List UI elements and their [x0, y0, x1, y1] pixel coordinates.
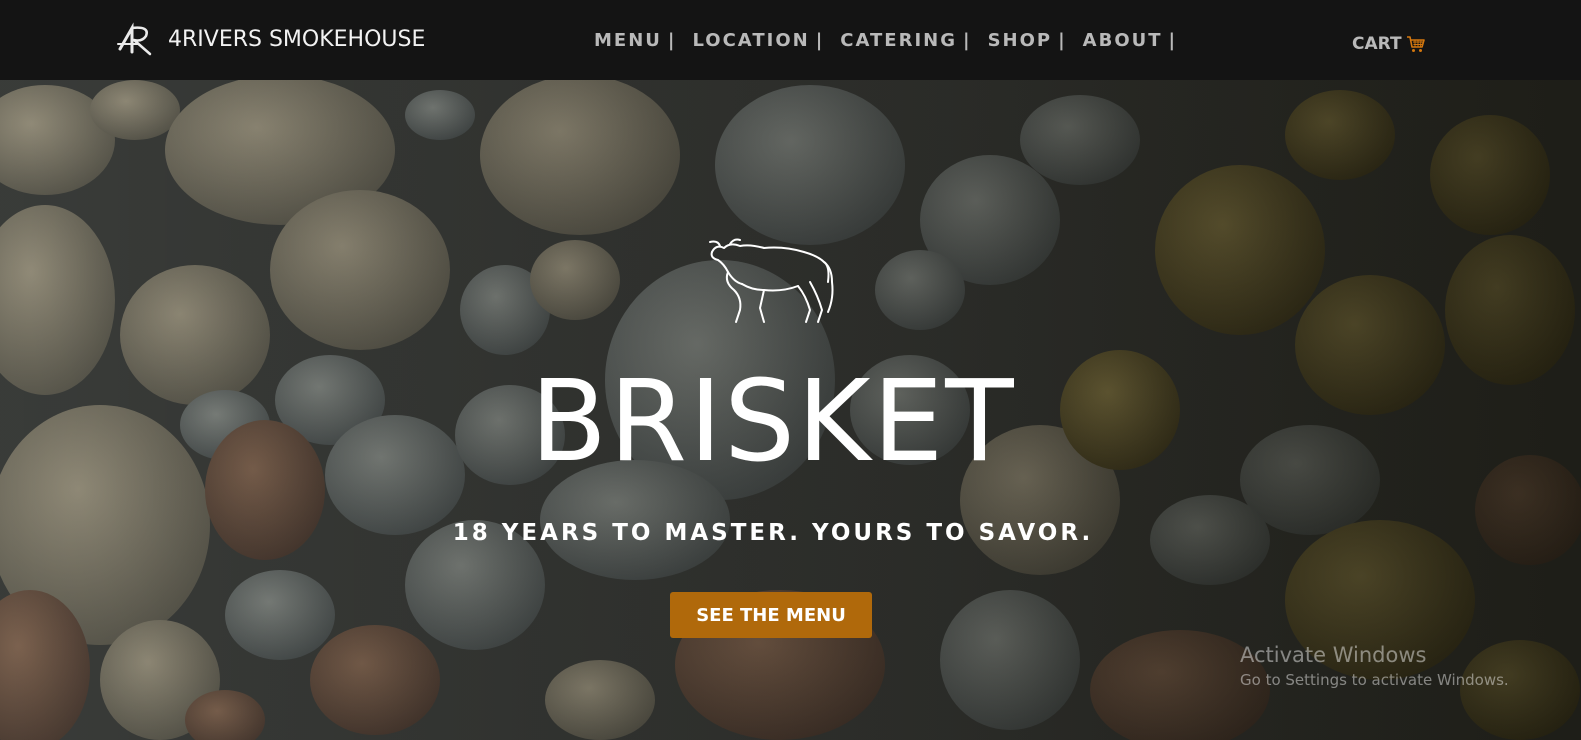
brand-name: 4RIVERS SMOKEHOUSE — [168, 26, 426, 52]
cart-link[interactable]: CART — [1352, 34, 1426, 54]
nav-separator: | — [1168, 30, 1176, 51]
cart-label: CART — [1352, 34, 1402, 54]
nav-shop-link[interactable]: SHOP — [988, 30, 1053, 51]
shopping-cart-icon — [1406, 36, 1425, 52]
hero-title: BRISKET — [530, 357, 1016, 487]
bull-icon — [709, 238, 834, 323]
nav-menu-link[interactable]: MENU — [594, 30, 662, 51]
see-the-menu-button[interactable]: SEE THE MENU — [670, 592, 872, 638]
nav-catering-link[interactable]: CATERING — [840, 30, 957, 51]
brand-home-link[interactable]: 4RIVERS SMOKEHOUSE — [116, 22, 425, 56]
hero-section: BRISKET 18 YEARS TO MASTER. YOURS TO SAV… — [0, 80, 1581, 740]
watermark-subtitle: Go to Settings to activate Windows. — [1240, 671, 1509, 689]
nav-separator: | — [1058, 30, 1065, 51]
nav-separator: | — [667, 30, 675, 51]
hero-tagline: 18 YEARS TO MASTER. YOURS TO SAVOR. — [452, 520, 1094, 546]
nav-location-link[interactable]: LOCATION — [692, 30, 809, 51]
nav-separator: | — [962, 30, 970, 51]
nav-about-link[interactable]: ABOUT — [1083, 30, 1163, 51]
activate-windows-watermark: Activate Windows Go to Settings to activ… — [1240, 640, 1509, 690]
top-nav-bar: 4RIVERS SMOKEHOUSE MENU | LOCATION | CAT… — [0, 0, 1581, 80]
nav-separator: | — [815, 30, 823, 51]
watermark-title: Activate Windows — [1240, 643, 1427, 667]
4rivers-logo-icon — [117, 22, 152, 56]
main-nav: MENU | LOCATION | CATERING | SHOP | ABOU… — [594, 30, 1193, 51]
